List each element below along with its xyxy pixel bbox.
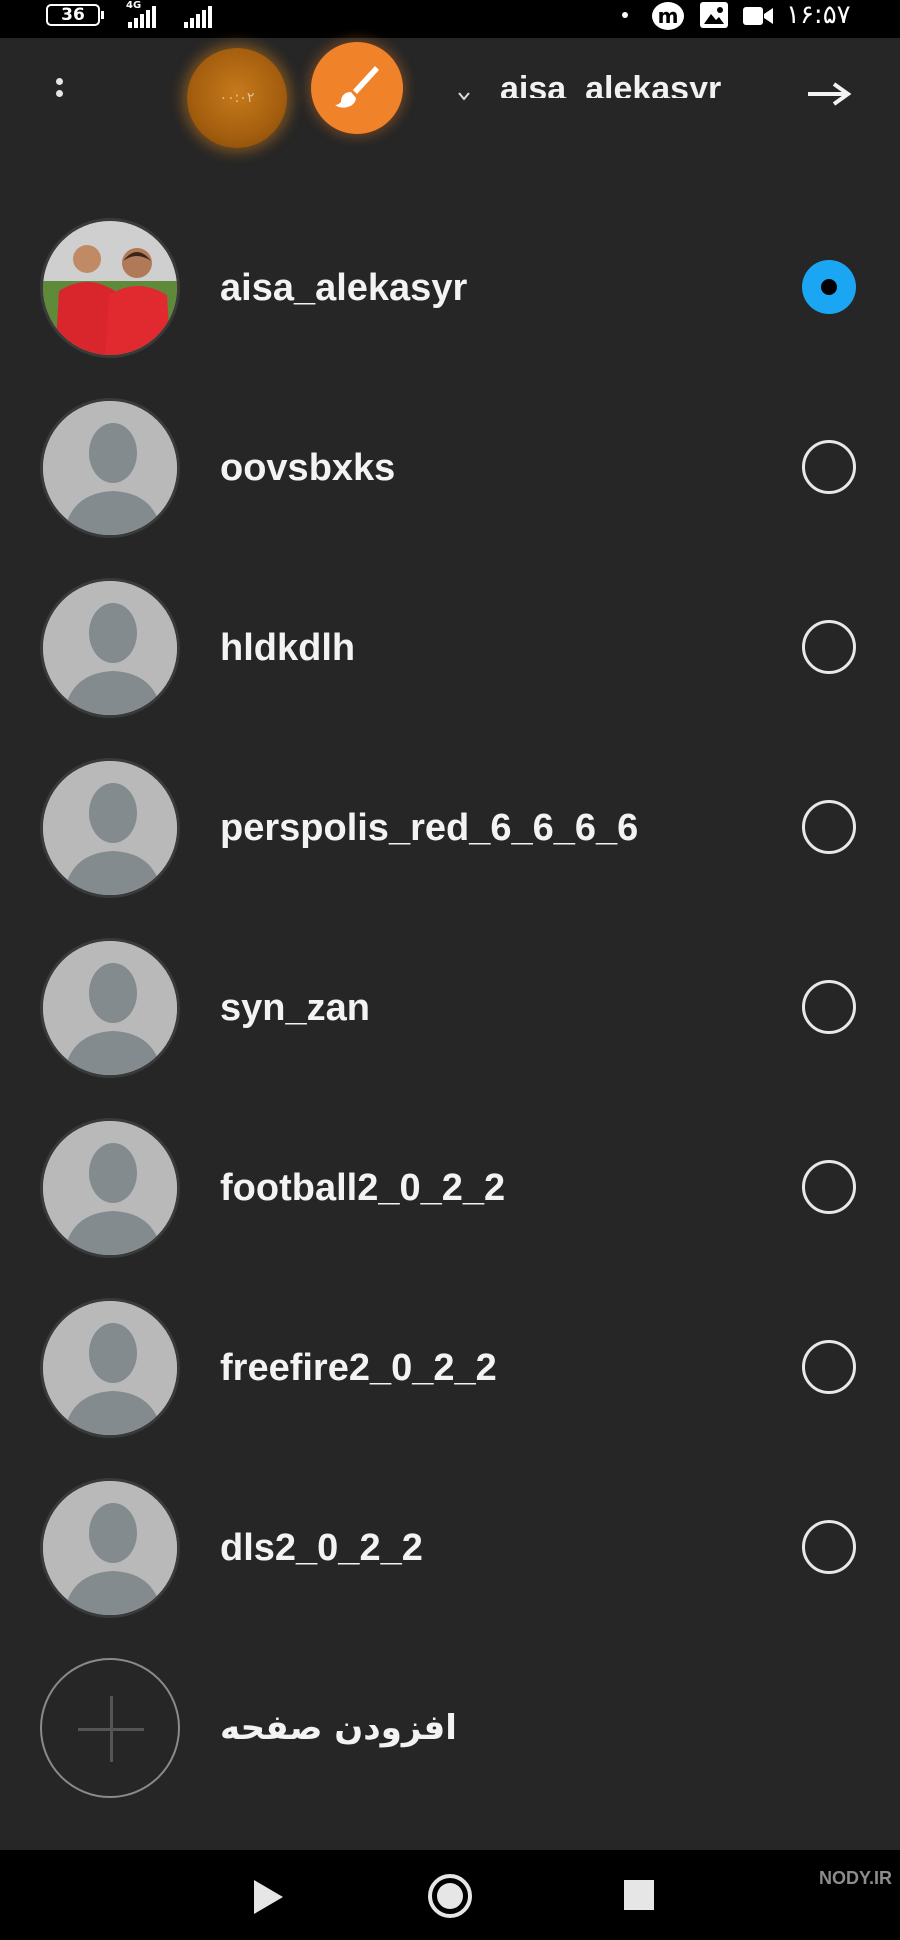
account-username: perspolis_red_6_6_6_6 bbox=[220, 807, 639, 849]
account-row[interactable]: syn_zan bbox=[0, 938, 900, 1118]
radio-unselected[interactable] bbox=[802, 800, 856, 854]
navigation-bar: NODY.IR bbox=[0, 1850, 900, 1940]
account-username: hldkdlh bbox=[220, 627, 356, 669]
plus-icon bbox=[40, 1658, 180, 1798]
app-notification-icon: m bbox=[652, 2, 684, 30]
account-row[interactable]: football2_0_2_2 bbox=[0, 1118, 900, 1298]
watermark: NODY.IR bbox=[818, 1868, 892, 1888]
add-page-label: افزودن صفحه bbox=[220, 1708, 457, 1748]
top-bar bbox=[0, 38, 900, 114]
account-username: football2_0_2_2 bbox=[220, 1167, 506, 1209]
account-username: aisa_alekasyr bbox=[220, 267, 468, 309]
radio-unselected[interactable] bbox=[802, 1340, 856, 1394]
account-row[interactable]: freefire2_0_2_2 bbox=[0, 1298, 900, 1478]
status-bar: 36 4G m ۱۶:۵۷ bbox=[0, 0, 900, 38]
gallery-notification-icon bbox=[700, 2, 728, 28]
paintbrush-icon bbox=[335, 66, 379, 108]
profile-photo bbox=[40, 218, 180, 358]
default-avatar-icon bbox=[40, 1118, 180, 1258]
clock: ۱۶:۵۷ bbox=[786, 0, 851, 30]
account-switcher[interactable]: aisa_alekasyr bbox=[500, 66, 721, 98]
account-username: dls2_0_2_2 bbox=[220, 1527, 423, 1569]
circle-home-icon[interactable] bbox=[428, 1874, 472, 1918]
radio-unselected[interactable] bbox=[802, 440, 856, 494]
account-username: oovsbxks bbox=[220, 447, 396, 489]
radio-unselected[interactable] bbox=[802, 620, 856, 674]
default-avatar-icon bbox=[40, 398, 180, 538]
arrow-right-icon[interactable] bbox=[806, 82, 852, 106]
signal-strength-icon bbox=[124, 6, 158, 28]
screen: 36 4G m ۱۶:۵۷ ۰۰:۰۲ aisa_alekasyr افزودن… bbox=[0, 0, 900, 1940]
vertical-dots-icon[interactable] bbox=[52, 78, 66, 108]
account-row[interactable]: aisa_alekasyr bbox=[0, 218, 900, 398]
default-avatar-icon bbox=[40, 758, 180, 898]
default-avatar-icon bbox=[40, 1298, 180, 1438]
account-row[interactable]: hldkdlh bbox=[0, 578, 900, 758]
signal-strength-icon bbox=[182, 6, 216, 28]
paintbrush-button[interactable] bbox=[311, 42, 403, 134]
radio-unselected[interactable] bbox=[802, 980, 856, 1034]
video-camera-icon bbox=[742, 4, 774, 28]
default-avatar-icon bbox=[40, 1478, 180, 1618]
add-page-row[interactable]: افزودن صفحه bbox=[0, 1658, 900, 1838]
battery-icon: 36 bbox=[46, 4, 104, 26]
chevron-down-icon[interactable] bbox=[458, 90, 470, 102]
notification-dot-icon bbox=[622, 12, 628, 18]
account-row[interactable]: dls2_0_2_2 bbox=[0, 1478, 900, 1658]
radio-unselected[interactable] bbox=[802, 1160, 856, 1214]
default-avatar-icon bbox=[40, 578, 180, 718]
square-recents-icon[interactable] bbox=[624, 1880, 654, 1910]
radio-unselected[interactable] bbox=[802, 1520, 856, 1574]
default-avatar-icon bbox=[40, 938, 180, 1078]
recording-timer-bubble[interactable]: ۰۰:۰۲ bbox=[187, 48, 287, 148]
account-row[interactable]: perspolis_red_6_6_6_6 bbox=[0, 758, 900, 938]
account-username: freefire2_0_2_2 bbox=[220, 1347, 497, 1389]
triangle-back-icon[interactable] bbox=[254, 1880, 283, 1914]
account-row[interactable]: oovsbxks bbox=[0, 398, 900, 578]
radio-selected[interactable] bbox=[802, 260, 856, 314]
account-username: syn_zan bbox=[220, 987, 370, 1029]
